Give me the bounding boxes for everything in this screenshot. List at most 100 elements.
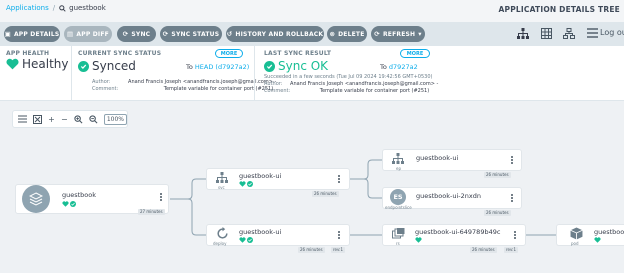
- delete-icon: ⊗: [329, 30, 336, 38]
- heart-icon: [6, 58, 19, 70]
- pod-icon: [569, 227, 583, 239]
- deploy-node-guestbook-ui[interactable]: deploy guestbook-ui: [206, 224, 350, 246]
- heart-icon: [239, 181, 246, 187]
- ep-node-guestbook-ui[interactable]: ep guestbook-ui: [382, 149, 522, 171]
- node-revision: rev:1: [504, 247, 519, 253]
- chevron-down-icon: ▾: [418, 30, 422, 38]
- check-circle-icon: [247, 237, 253, 243]
- refresh-label: REFRESH: [382, 30, 416, 38]
- sync-status-icon: ⟳: [162, 30, 169, 38]
- deploy-node-icon: [213, 226, 231, 240]
- node-status: [594, 237, 601, 243]
- heart-icon: [62, 201, 69, 207]
- sync-status-value: Synced: [92, 59, 136, 73]
- last-sync-target-revision[interactable]: d7927a2: [389, 63, 418, 71]
- history-icon: ↺: [226, 30, 233, 38]
- node-name: guestbook-ui-2nxdn: [416, 192, 481, 200]
- app-details-button[interactable]: ▣ APP DETAILS: [4, 26, 60, 42]
- last-sync-comment-row: Comment: Template variable for container…: [264, 88, 429, 95]
- tree-view-icon[interactable]: [516, 25, 530, 41]
- breadcrumb-applications-link[interactable]: Applications: [6, 4, 49, 12]
- sync-status: Synced: [78, 59, 136, 73]
- delete-label: DELETE: [338, 30, 365, 38]
- current-sync-header: CURRENT SYNC STATUS: [78, 50, 162, 57]
- node-age: 27 minutes: [138, 209, 165, 215]
- node-age: 26 minutes: [470, 247, 497, 253]
- node-status: [239, 237, 253, 243]
- service-icon: [216, 171, 228, 183]
- node-kind: deploy: [213, 241, 227, 246]
- endpointslice-node-guestbook-ui-2nxdn[interactable]: ES endpointslice guestbook-ui-2nxdn: [382, 187, 522, 210]
- edge-app-deploy: [170, 198, 206, 236]
- last-sync-comment: Template variable for container port (#2…: [319, 88, 430, 94]
- sync-status-button[interactable]: ⟳ SYNC STATUS: [160, 26, 222, 42]
- last-sync-more-button[interactable]: MORE: [400, 49, 430, 58]
- check-circle-icon: [264, 60, 275, 72]
- node-age: 26 minutes: [484, 172, 511, 178]
- last-sync-author: Anand Francis Joseph <anandfrancis.josep…: [290, 81, 439, 87]
- node-menu-icon[interactable]: [337, 175, 341, 183]
- last-sync-status: Sync OK: [264, 59, 328, 73]
- node-menu-icon[interactable]: [510, 156, 514, 164]
- delete-button[interactable]: ⊗ DELETE: [327, 26, 367, 42]
- sync-target: To HEAD (d7927a2): [186, 63, 249, 71]
- view-switcher: [516, 25, 599, 41]
- deploy-icon: [216, 226, 228, 239]
- breadcrumb-app-name: guestbook: [69, 4, 106, 12]
- sync-comment-label: Comment:: [92, 86, 119, 92]
- app-diff-button[interactable]: ▤ APP DIFF: [64, 26, 112, 42]
- node-status: [415, 237, 422, 243]
- heart-icon: [415, 237, 422, 243]
- app-node-icon: [22, 185, 50, 213]
- status-divider: [71, 46, 72, 101]
- sync-comment-row: Comment: Template variable for container…: [92, 86, 273, 93]
- sync-target-revision[interactable]: HEAD (d7927a2): [195, 63, 249, 71]
- node-menu-icon[interactable]: [337, 231, 341, 239]
- node-name: guestbook-ui: [239, 228, 282, 236]
- history-rollback-button[interactable]: ↺ HISTORY AND ROLLBACK: [226, 26, 324, 42]
- last-sync-status-value: Sync OK: [278, 59, 329, 73]
- ep-node-icon: [389, 152, 407, 164]
- node-menu-icon[interactable]: [159, 193, 163, 201]
- page-title: APPLICATION DETAILS TREE: [498, 5, 620, 14]
- sync-button[interactable]: ⟳ SYNC: [117, 26, 156, 42]
- pods-view-icon[interactable]: [539, 25, 553, 41]
- rs-node-icon: [389, 227, 407, 239]
- edge-svc-es: [350, 178, 382, 199]
- replicaset-icon: [391, 227, 404, 238]
- last-sync-target: To d7927a2: [380, 63, 418, 71]
- pod-node-guestbook-ui[interactable]: pod guestbook-: [556, 224, 624, 246]
- check-circle-icon: [78, 60, 89, 72]
- status-panel: APP HEALTH Healthy CURRENT SYNC STATUS M…: [0, 46, 624, 101]
- last-sync-header: LAST SYNC RESULT: [264, 50, 332, 57]
- layers-icon: [29, 192, 43, 206]
- refresh-button[interactable]: ⟳ REFRESH ▾: [371, 26, 425, 42]
- list-view-icon[interactable]: [585, 25, 599, 41]
- history-label: HISTORY AND ROLLBACK: [235, 30, 324, 38]
- edge-app-svc: [170, 178, 206, 200]
- last-sync-comment-label: Comment:: [264, 88, 291, 94]
- sync-comment: Template variable for container port (#2…: [163, 86, 274, 92]
- node-name: guestbook-: [594, 228, 624, 236]
- node-menu-icon[interactable]: [513, 231, 517, 239]
- breadcrumb-app[interactable]: guestbook: [59, 4, 106, 12]
- network-view-icon[interactable]: [562, 25, 576, 41]
- logout-button[interactable]: Log out: [600, 28, 624, 37]
- node-menu-icon[interactable]: [510, 194, 514, 202]
- node-kind: pod: [571, 241, 579, 246]
- sync-more-button[interactable]: MORE: [215, 49, 243, 58]
- node-age: 26 minutes: [298, 247, 325, 253]
- sync-label: SYNC: [131, 30, 151, 38]
- pod-node-icon: [567, 226, 585, 240]
- sync-target-label: To: [186, 63, 193, 71]
- breadcrumb-separator: /: [52, 4, 56, 12]
- endpointslice-icon: ES: [390, 189, 406, 205]
- app-details-label: APP DETAILS: [13, 30, 60, 38]
- search-icon: [59, 4, 66, 12]
- node-kind: ep: [396, 166, 401, 171]
- node-revision: rev:1: [331, 247, 346, 253]
- toolbar: ▣ APP DETAILS ▤ APP DIFF ⟳ SYNC ⟳ SYNC STATU…: [0, 22, 624, 46]
- svc-node-icon: [213, 171, 231, 183]
- rs-node-guestbook-ui-649789b49c[interactable]: rs guestbook-ui-649789b49c: [382, 224, 526, 246]
- svc-node-guestbook-ui[interactable]: svc guestbook-ui: [206, 168, 350, 190]
